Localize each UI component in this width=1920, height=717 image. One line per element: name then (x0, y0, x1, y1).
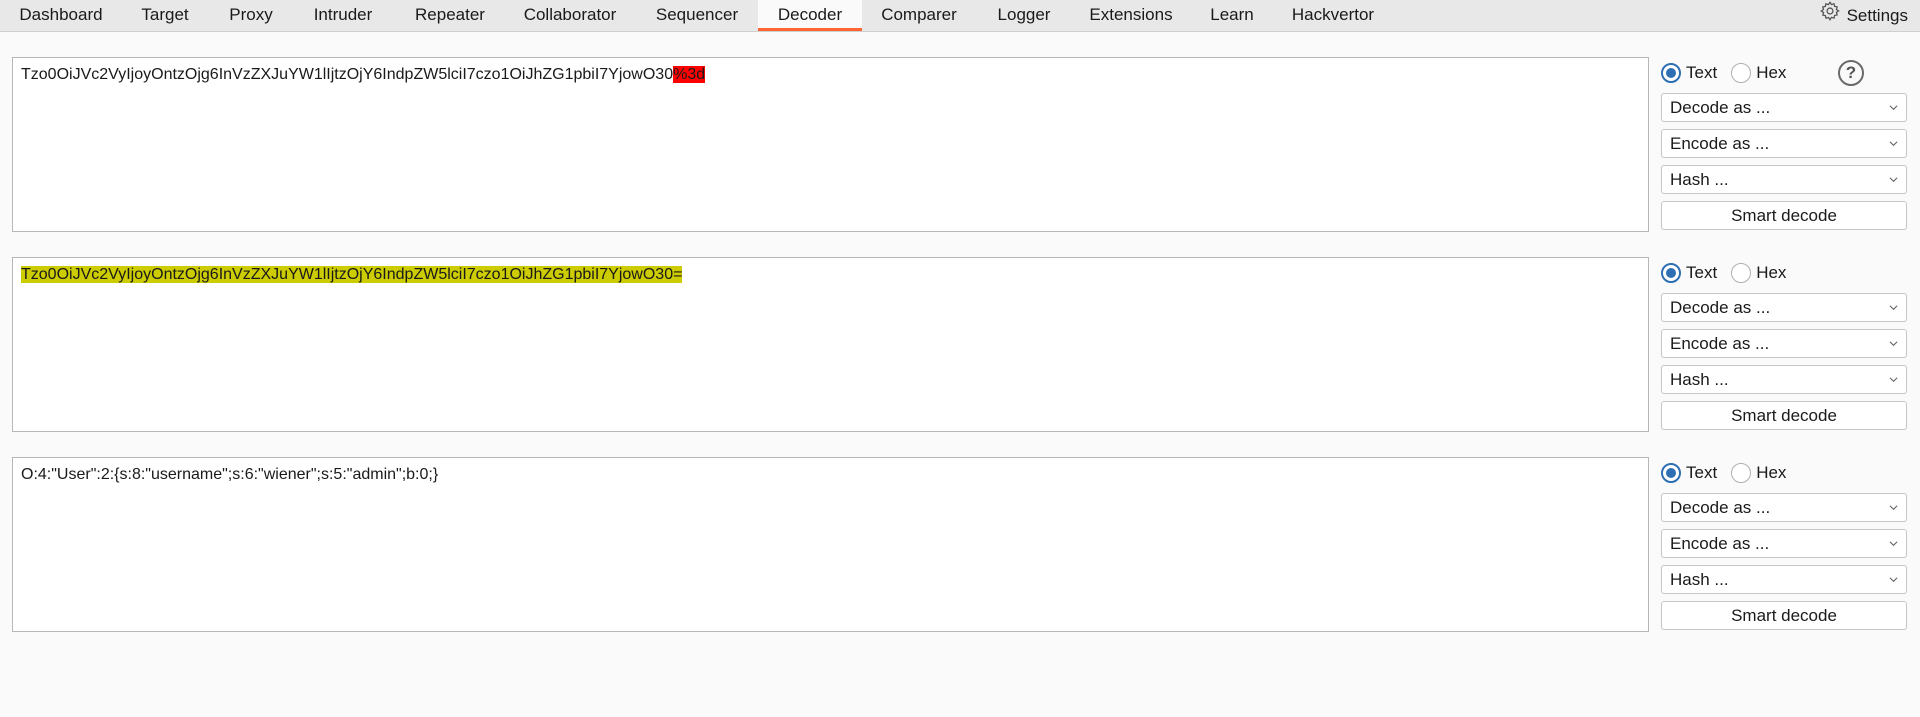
radio-unchecked-icon (1731, 463, 1752, 483)
radio-unchecked-icon (1731, 263, 1752, 283)
tab-intruder[interactable]: Intruder (298, 0, 388, 31)
decoder-controls-3: Text Hex Decode as ... Encode as ... Has… (1661, 457, 1907, 630)
tab-repeater[interactable]: Repeater (398, 0, 502, 31)
text-mode-radio[interactable]: Text (1661, 463, 1717, 483)
hash-dropdown[interactable]: Hash ... (1661, 565, 1907, 594)
decoder-panel-2: Tzo0OiJVc2VyIjoyOntzOjg6InVzZXJuYW1lIjtz… (0, 257, 1920, 457)
chevron-down-icon (1889, 141, 1898, 147)
tab-target[interactable]: Target (126, 0, 204, 31)
tab-hackvertor[interactable]: Hackvertor (1280, 0, 1386, 31)
tab-collaborator[interactable]: Collaborator (510, 0, 630, 31)
selected-text-highlight: Tzo0OiJVc2VyIjoyOntzOjg6InVzZXJuYW1lIjtz… (21, 266, 683, 283)
decoder-editor-1[interactable]: Tzo0OiJVc2VyIjoyOntzOjg6InVzZXJuYW1lIjtz… (12, 57, 1649, 232)
tab-logger[interactable]: Logger (984, 0, 1064, 31)
decode-as-dropdown[interactable]: Decode as ... (1661, 293, 1907, 322)
decoder-controls-2: Text Hex Decode as ... Encode as ... Has… (1661, 257, 1907, 430)
radio-unchecked-icon (1731, 63, 1752, 83)
hex-mode-radio[interactable]: Hex (1731, 263, 1786, 283)
chevron-down-icon (1889, 505, 1898, 511)
chevron-down-icon (1889, 577, 1898, 583)
smart-decode-button[interactable]: Smart decode (1661, 601, 1907, 630)
tab-comparer[interactable]: Comparer (868, 0, 970, 31)
smart-decode-button[interactable]: Smart decode (1661, 201, 1907, 230)
decoder-controls-1: Text Hex ? Decode as ... Encode as ... H… (1661, 57, 1907, 230)
hash-dropdown[interactable]: Hash ... (1661, 165, 1907, 194)
chevron-down-icon (1889, 177, 1898, 183)
radio-checked-icon (1661, 63, 1681, 83)
radio-checked-icon (1661, 263, 1681, 283)
encode-as-dropdown[interactable]: Encode as ... (1661, 329, 1907, 358)
encode-as-dropdown[interactable]: Encode as ... (1661, 529, 1907, 558)
settings-button[interactable]: Settings (1819, 0, 1908, 31)
help-icon[interactable]: ? (1838, 60, 1864, 86)
selected-text-highlight: %3d (673, 66, 706, 83)
hex-mode-radio[interactable]: Hex (1731, 63, 1786, 83)
decoder-panel-1: Tzo0OiJVc2VyIjoyOntzOjg6InVzZXJuYW1lIjtz… (0, 57, 1920, 257)
chevron-down-icon (1889, 377, 1898, 383)
text-mode-radio[interactable]: Text (1661, 63, 1717, 83)
editor-text: Tzo0OiJVc2VyIjoyOntzOjg6InVzZXJuYW1lIjtz… (21, 66, 674, 83)
main-tab-bar: Dashboard Target Proxy Intruder Repeater… (0, 0, 1920, 32)
tab-learn[interactable]: Learn (1196, 0, 1268, 31)
tab-sequencer[interactable]: Sequencer (640, 0, 754, 31)
chevron-down-icon (1889, 305, 1898, 311)
hex-mode-radio[interactable]: Hex (1731, 463, 1786, 483)
gear-icon (1819, 0, 1841, 32)
tab-extensions[interactable]: Extensions (1080, 0, 1182, 31)
decoder-editor-2[interactable]: Tzo0OiJVc2VyIjoyOntzOjg6InVzZXJuYW1lIjtz… (12, 257, 1649, 432)
chevron-down-icon (1889, 341, 1898, 347)
decode-as-dropdown[interactable]: Decode as ... (1661, 493, 1907, 522)
editor-text: O:4:"User":2:{s:8:"username";s:6:"wiener… (21, 466, 439, 483)
radio-checked-icon (1661, 463, 1681, 483)
chevron-down-icon (1889, 105, 1898, 111)
tab-decoder[interactable]: Decoder (758, 0, 862, 31)
decoder-panel-3: O:4:"User":2:{s:8:"username";s:6:"wiener… (0, 457, 1920, 657)
smart-decode-button[interactable]: Smart decode (1661, 401, 1907, 430)
tab-proxy[interactable]: Proxy (214, 0, 288, 31)
text-mode-radio[interactable]: Text (1661, 263, 1717, 283)
hash-dropdown[interactable]: Hash ... (1661, 365, 1907, 394)
encode-as-dropdown[interactable]: Encode as ... (1661, 129, 1907, 158)
chevron-down-icon (1889, 541, 1898, 547)
settings-label: Settings (1846, 5, 1908, 25)
decode-as-dropdown[interactable]: Decode as ... (1661, 93, 1907, 122)
decoder-editor-3[interactable]: O:4:"User":2:{s:8:"username";s:6:"wiener… (12, 457, 1649, 632)
tab-dashboard[interactable]: Dashboard (6, 0, 116, 31)
